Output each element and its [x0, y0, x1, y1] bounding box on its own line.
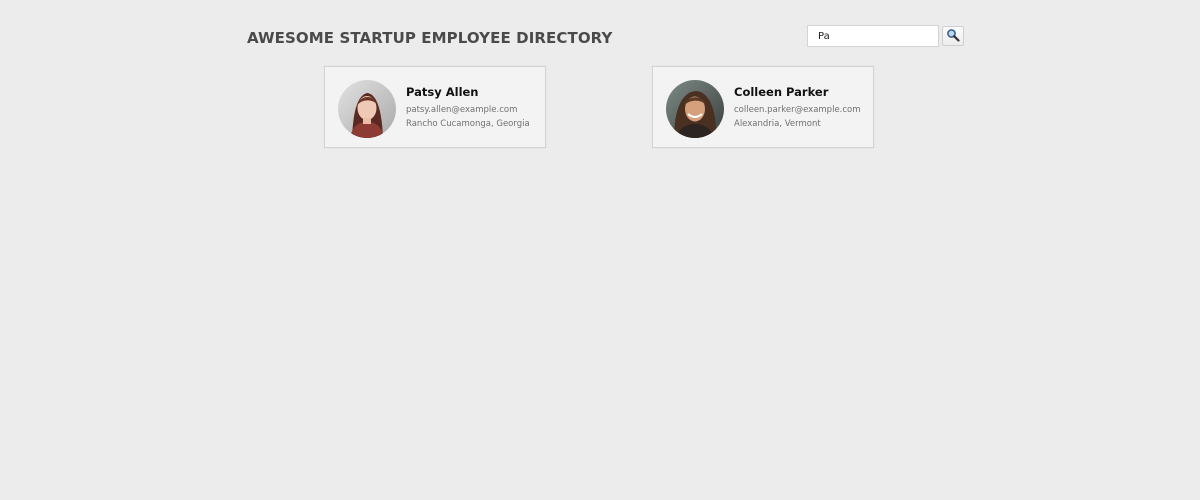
employee-email: patsy.allen@example.com [406, 105, 518, 115]
search-form [807, 25, 964, 47]
avatar [338, 80, 396, 138]
employee-location: Rancho Cucamonga, Georgia [406, 119, 530, 129]
page-title: AWESOME STARTUP EMPLOYEE DIRECTORY [247, 29, 613, 47]
avatar [666, 80, 724, 138]
employee-card[interactable]: Colleen Parker colleen.parker@example.co… [652, 66, 874, 148]
magnifier-icon [946, 28, 960, 45]
search-button[interactable] [942, 26, 964, 46]
employee-email: colleen.parker@example.com [734, 105, 861, 115]
employee-directory-page: AWESOME STARTUP EMPLOYEE DIRECTORY Pa Pa… [0, 0, 1200, 500]
search-input[interactable] [807, 25, 939, 47]
employee-name: Colleen Parker [734, 85, 829, 99]
employee-name: Patsy Allen [406, 85, 479, 99]
employee-location: Alexandria, Vermont [734, 119, 821, 129]
employee-info: Patsy Allen patsy.allen@example.com Ranc… [406, 85, 530, 131]
employee-card[interactable]: Patsy Allen patsy.allen@example.com Ranc… [324, 66, 546, 148]
employee-info: Colleen Parker colleen.parker@example.co… [734, 85, 861, 131]
